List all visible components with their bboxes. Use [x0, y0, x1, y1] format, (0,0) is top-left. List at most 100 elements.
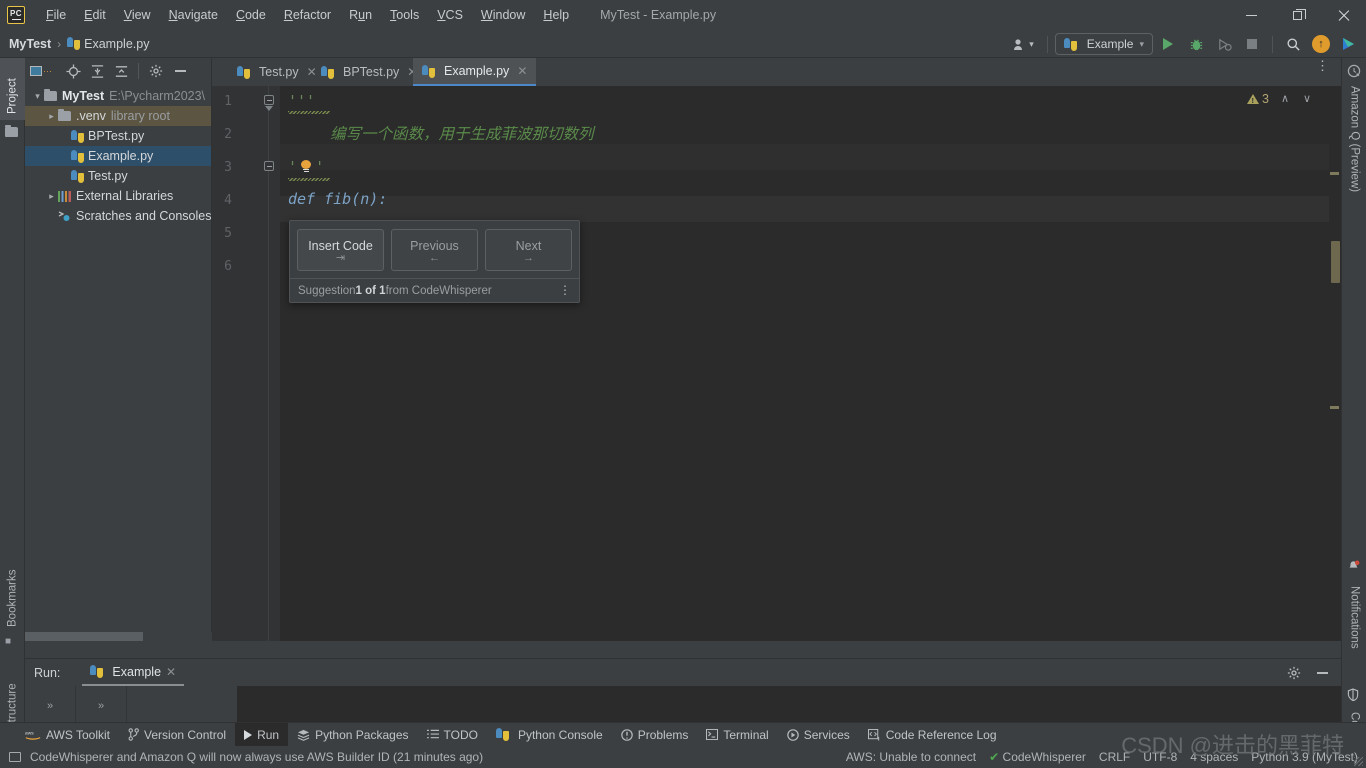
tree-item-bptest[interactable]: BPTest.py	[25, 126, 211, 146]
scrollbar-thumb[interactable]	[25, 632, 143, 641]
bottom-tab-run[interactable]: Run	[235, 722, 289, 747]
stop-button[interactable]	[1239, 32, 1265, 56]
codewhisperer-button[interactable]	[1336, 32, 1362, 56]
tree-item-scratches[interactable]: Scratches and Consoles	[25, 206, 212, 226]
problems-icon	[620, 728, 633, 741]
user-menu-button[interactable]: ▾	[1007, 38, 1040, 51]
run-button[interactable]	[1155, 32, 1181, 56]
line-separator-status[interactable]: CRLF	[1099, 750, 1130, 764]
navigation-bar: MyTest › Example.py ▾ Example ▾ ↑	[0, 30, 1366, 58]
menu-item-tools[interactable]: Tools	[381, 4, 428, 26]
next-suggestion-button[interactable]: Next →	[485, 229, 572, 271]
menu-item-navigate[interactable]: Navigate	[160, 4, 227, 26]
menu-item-help[interactable]: Help	[534, 4, 578, 26]
code-editor[interactable]: 1 2 3 4 5 6 ''' 编写一个函数，用于生成菲波那切数列 '' ' d…	[212, 86, 1341, 641]
menu-item-file[interactable]: File	[37, 4, 75, 26]
project-view-button[interactable]: ⋯	[30, 60, 52, 82]
interpreter-status[interactable]: Python 3.9 (MyTest)	[1251, 750, 1358, 764]
sidebar-item-label: Amazon Q (Preview)	[1348, 86, 1361, 193]
bottom-tab-services[interactable]: Services	[778, 723, 859, 747]
minimize-button[interactable]	[1228, 0, 1274, 30]
run-tab-label: Example	[112, 664, 162, 679]
maximize-button[interactable]	[1274, 0, 1320, 30]
hide-run-window-button[interactable]	[1311, 662, 1333, 684]
sidebar-item-project[interactable]: Project	[0, 58, 25, 120]
tree-item-mytest[interactable]: ▾ MyTest E:\Pycharm2023\	[25, 86, 211, 106]
run-icon	[244, 729, 253, 740]
codewhisperer-status[interactable]: ✔ CodeWhisperer	[989, 750, 1086, 764]
fold-region-button[interactable]	[264, 161, 274, 171]
expand-output-button[interactable]: »	[25, 686, 76, 726]
run-configuration-selector[interactable]: Example ▾	[1054, 33, 1153, 55]
scrollbar-thumb[interactable]	[1331, 241, 1340, 283]
breadcrumb-file[interactable]: Example.py	[84, 37, 149, 51]
search-everywhere-button[interactable]	[1280, 32, 1306, 56]
event-log-icon[interactable]	[9, 752, 21, 762]
expand-output-button-2[interactable]: »	[76, 686, 127, 726]
status-message[interactable]: CodeWhisperer and Amazon Q will now alwa…	[30, 750, 483, 764]
bottom-tab-code-reference-log[interactable]: Code Reference Log	[859, 723, 1006, 747]
sidebar-item-notifications[interactable]: Notifications	[1342, 580, 1366, 672]
hide-project-button[interactable]	[169, 60, 191, 82]
codewhisperer-menu-button[interactable]: ⋮	[559, 284, 571, 296]
previous-problem-button[interactable]: ∧	[1281, 92, 1289, 105]
bottom-tab-version-control[interactable]: Version Control	[119, 723, 235, 747]
chevron-down-icon[interactable]: ▾	[31, 91, 44, 102]
services-icon	[786, 728, 799, 741]
fold-region-button[interactable]	[264, 95, 274, 105]
bottom-tab-python-console[interactable]: Python Console	[487, 723, 612, 747]
next-problem-button[interactable]: ∨	[1303, 92, 1311, 105]
run-window-actions	[1283, 662, 1333, 684]
editor-scrollbar[interactable]	[1329, 86, 1341, 641]
close-icon[interactable]: ✕	[517, 64, 527, 78]
sidebar-item-bookmarks[interactable]: Bookmarks	[0, 548, 25, 633]
editor-tab-bptest[interactable]: BPTest.py ✕	[312, 58, 426, 86]
tree-item-venv[interactable]: ▸ .venv library root	[25, 106, 211, 126]
aws-connection-status[interactable]: AWS: Unable to connect	[846, 750, 976, 764]
bottom-tab-todo[interactable]: TODO	[418, 723, 487, 747]
intention-bulb-icon[interactable]	[300, 160, 312, 173]
bottom-tab-python-packages[interactable]: Python Packages	[288, 723, 417, 747]
tree-item-example[interactable]: Example.py	[25, 146, 211, 166]
menu-item-vcs[interactable]: VCS	[428, 4, 472, 26]
chevron-right-icon[interactable]: ▸	[45, 111, 58, 122]
run-settings-button[interactable]	[1283, 662, 1305, 684]
bottom-tab-problems[interactable]: Problems	[612, 723, 698, 747]
debug-button[interactable]	[1183, 32, 1209, 56]
project-horizontal-scrollbar[interactable]	[25, 632, 212, 641]
editor-tabs-menu-button[interactable]: ⋮	[1316, 59, 1329, 72]
run-with-coverage-button[interactable]	[1211, 32, 1237, 56]
menu-item-edit[interactable]: Edit	[75, 4, 115, 26]
tree-item-external-libraries[interactable]: ▸ External Libraries	[25, 186, 211, 206]
indent-status[interactable]: 4 spaces	[1190, 750, 1238, 764]
previous-suggestion-button[interactable]: Previous ←	[391, 229, 478, 271]
collapse-all-button[interactable]	[110, 60, 132, 82]
run-console-output[interactable]: » »	[25, 686, 1341, 726]
problems-badge[interactable]: 3	[1247, 92, 1269, 106]
sidebar-item-amazon-q[interactable]: Amazon Q (Preview)	[1342, 80, 1366, 200]
select-opened-file-button[interactable]	[62, 60, 84, 82]
menu-item-run[interactable]: Run	[340, 4, 381, 26]
tree-item-test[interactable]: Test.py	[25, 166, 211, 186]
menu-item-refactor[interactable]: Refactor	[275, 4, 340, 26]
bottom-tab-aws-toolkit[interactable]: aws AWS Toolkit	[16, 723, 119, 747]
menu-item-code[interactable]: Code	[227, 4, 275, 26]
menu-item-view[interactable]: View	[115, 4, 160, 26]
codewhisperer-suggestion-popup[interactable]: Insert Code ⇥ Previous ← Next → Suggesti…	[289, 220, 580, 303]
bottom-tab-terminal[interactable]: Terminal	[697, 723, 777, 747]
update-button[interactable]: ↑	[1308, 32, 1334, 56]
expand-all-button[interactable]	[86, 60, 108, 82]
chevron-right-icon[interactable]: ▸	[45, 191, 58, 202]
resize-grip[interactable]	[1354, 757, 1363, 766]
close-icon[interactable]: ✕	[166, 665, 176, 679]
editor-tab-example[interactable]: Example.py ✕	[413, 58, 537, 86]
problem-marker[interactable]	[1330, 406, 1339, 409]
insert-code-button[interactable]: Insert Code ⇥	[297, 229, 384, 271]
run-tab-example[interactable]: Example ✕	[82, 659, 185, 686]
project-settings-button[interactable]	[145, 60, 167, 82]
menu-item-window[interactable]: Window	[472, 4, 534, 26]
close-button[interactable]	[1320, 0, 1366, 30]
breadcrumb-project[interactable]: MyTest	[9, 37, 51, 51]
encoding-status[interactable]: UTF-8	[1143, 750, 1177, 764]
problem-marker[interactable]	[1330, 172, 1339, 175]
